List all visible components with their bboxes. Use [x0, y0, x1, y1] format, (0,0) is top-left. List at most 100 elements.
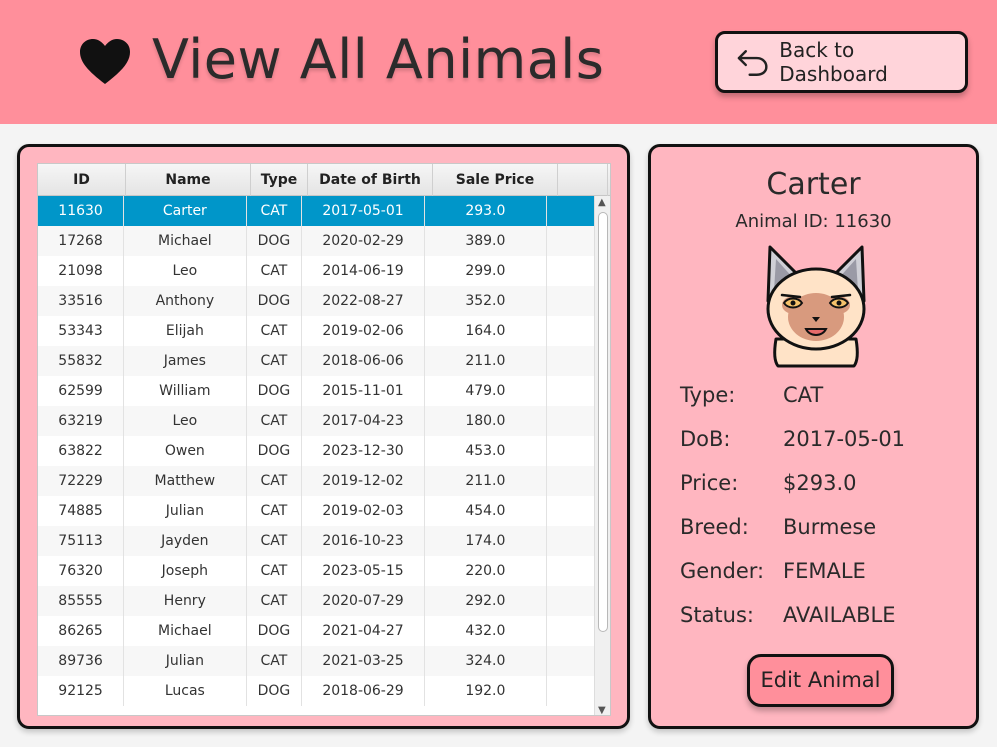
cell-type: DOG	[247, 676, 303, 706]
cell-date-of-birth: 2022-08-27	[302, 286, 425, 316]
cell-date-of-birth: 2023-05-15	[302, 556, 425, 586]
detail-value: Burmese	[783, 515, 877, 539]
detail-label: Price:	[680, 471, 739, 495]
cell-date-of-birth: 2018-06-06	[302, 346, 425, 376]
table-row[interactable]: 62599 William DOG 2015-11-01 479.0	[38, 376, 596, 406]
cell-sale-price: 432.0	[425, 616, 548, 646]
table-row[interactable]: 75113 Jayden CAT 2016-10-23 174.0	[38, 526, 596, 556]
vertical-scrollbar[interactable]: ▲ ▼	[594, 196, 610, 715]
cell-name: Elijah	[124, 316, 247, 346]
cell-name: Joseph	[124, 556, 247, 586]
cell-date-of-birth: 2019-02-03	[302, 496, 425, 526]
animal-detail-panel: Carter Animal ID: 11630 Type: CAT DoB: 2…	[648, 144, 979, 729]
table-row[interactable]: 72229 Matthew CAT 2019-12-02 211.0	[38, 466, 596, 496]
table-row[interactable]: 53343 Elijah CAT 2019-02-06 164.0	[38, 316, 596, 346]
table-row[interactable]: 92125 Lucas DOG 2018-06-29 192.0	[38, 676, 596, 706]
cell-sale-price: 180.0	[425, 406, 548, 436]
cat-face-icon	[766, 245, 866, 368]
cell-filler	[547, 436, 596, 466]
cell-sale-price: 174.0	[425, 526, 548, 556]
cell-filler	[547, 316, 596, 346]
cell-filler	[547, 346, 596, 376]
cell-type: CAT	[247, 406, 303, 436]
cell-sale-price: 324.0	[425, 646, 548, 676]
cell-sale-price: 164.0	[425, 316, 548, 346]
column-header-name[interactable]: Name	[126, 164, 251, 196]
column-header-sale-price[interactable]: Sale Price	[433, 164, 558, 196]
cell-date-of-birth: 2019-12-02	[302, 466, 425, 496]
table-row[interactable]: 63219 Leo CAT 2017-04-23 180.0	[38, 406, 596, 436]
cell-type: CAT	[247, 316, 303, 346]
cell-type: CAT	[247, 496, 303, 526]
page-title: View All Animals	[152, 28, 605, 91]
detail-value: 2017-05-01	[783, 427, 906, 451]
cell-date-of-birth: 2023-12-30	[302, 436, 425, 466]
cell-date-of-birth: 2014-06-19	[302, 256, 425, 286]
cell-name: Henry	[124, 586, 247, 616]
cell-id: 33516	[38, 286, 125, 316]
table-row[interactable]: 85555 Henry CAT 2020-07-29 292.0	[38, 586, 596, 616]
cell-type: DOG	[247, 436, 303, 466]
table-body: 11630 Carter CAT 2017-05-01 293.0 17268 Michae…	[38, 196, 596, 706]
table-row[interactable]: 33516 Anthony DOG 2022-08-27 352.0	[38, 286, 596, 316]
cell-type: CAT	[247, 346, 303, 376]
cell-date-of-birth: 2019-02-06	[302, 316, 425, 346]
table-row[interactable]: 17268 Michael DOG 2020-02-29 389.0	[38, 226, 596, 256]
table-row[interactable]: 63822 Owen DOG 2023-12-30 453.0	[38, 436, 596, 466]
back-to-dashboard-button[interactable]: Back to Dashboard	[715, 31, 968, 93]
scrollbar-thumb[interactable]	[598, 212, 608, 632]
detail-label: Type:	[680, 383, 736, 407]
cell-id: 75113	[38, 526, 125, 556]
header-bar: View All Animals Back to Dashboard	[0, 0, 997, 124]
table-row[interactable]: 55832 James CAT 2018-06-06 211.0	[38, 346, 596, 376]
cell-filler	[547, 496, 596, 526]
cell-sale-price: 211.0	[425, 346, 548, 376]
cell-filler	[547, 616, 596, 646]
cell-id: 92125	[38, 676, 125, 706]
cell-id: 86265	[38, 616, 125, 646]
cell-filler	[547, 256, 596, 286]
detail-row-breed: Breed: Burmese	[680, 515, 980, 545]
edit-animal-button[interactable]: Edit Animal	[747, 654, 894, 707]
cell-name: Michael	[124, 616, 247, 646]
cell-sale-price: 220.0	[425, 556, 548, 586]
cell-id: 17268	[38, 226, 125, 256]
cell-name: Julian	[124, 646, 247, 676]
scroll-down-icon[interactable]: ▼	[598, 705, 606, 715]
detail-row-dob: DoB: 2017-05-01	[680, 427, 980, 457]
animal-table[interactable]: ID Name Type Date of Birth Sale Price 11…	[37, 163, 611, 716]
cell-id: 63219	[38, 406, 125, 436]
cell-name: Owen	[124, 436, 247, 466]
column-header-id[interactable]: ID	[38, 164, 126, 196]
table-row[interactable]: 21098 Leo CAT 2014-06-19 299.0	[38, 256, 596, 286]
table-row[interactable]: 89736 Julian CAT 2021-03-25 324.0	[38, 646, 596, 676]
cell-type: CAT	[247, 526, 303, 556]
cell-type: DOG	[247, 376, 303, 406]
undo-arrow-icon	[737, 50, 768, 76]
table-row[interactable]: 76320 Joseph CAT 2023-05-15 220.0	[38, 556, 596, 586]
cell-filler	[547, 556, 596, 586]
cell-id: 85555	[38, 586, 125, 616]
column-header-date-of-birth[interactable]: Date of Birth	[308, 164, 433, 196]
cell-type: CAT	[247, 256, 303, 286]
scroll-up-icon[interactable]: ▲	[598, 197, 606, 208]
cell-filler	[547, 376, 596, 406]
cell-date-of-birth: 2020-02-29	[302, 226, 425, 256]
animal-id: Animal ID: 11630	[651, 211, 976, 232]
cell-sale-price: 389.0	[425, 226, 548, 256]
column-header-type[interactable]: Type	[251, 164, 308, 196]
table-row[interactable]: 74885 Julian CAT 2019-02-03 454.0	[38, 496, 596, 526]
cell-filler	[547, 646, 596, 676]
detail-value: FEMALE	[783, 559, 866, 583]
cell-name: Julian	[124, 496, 247, 526]
cell-name: James	[124, 346, 247, 376]
detail-row-gender: Gender: FEMALE	[680, 559, 980, 589]
table-row[interactable]: 86265 Michael DOG 2021-04-27 432.0	[38, 616, 596, 646]
cell-type: CAT	[247, 466, 303, 496]
detail-value: AVAILABLE	[783, 603, 896, 627]
cell-filler	[547, 676, 596, 706]
cell-date-of-birth: 2017-05-01	[302, 196, 425, 226]
cell-type: CAT	[247, 646, 303, 676]
table-row[interactable]: 11630 Carter CAT 2017-05-01 293.0	[38, 196, 596, 226]
cell-date-of-birth: 2017-04-23	[302, 406, 425, 436]
